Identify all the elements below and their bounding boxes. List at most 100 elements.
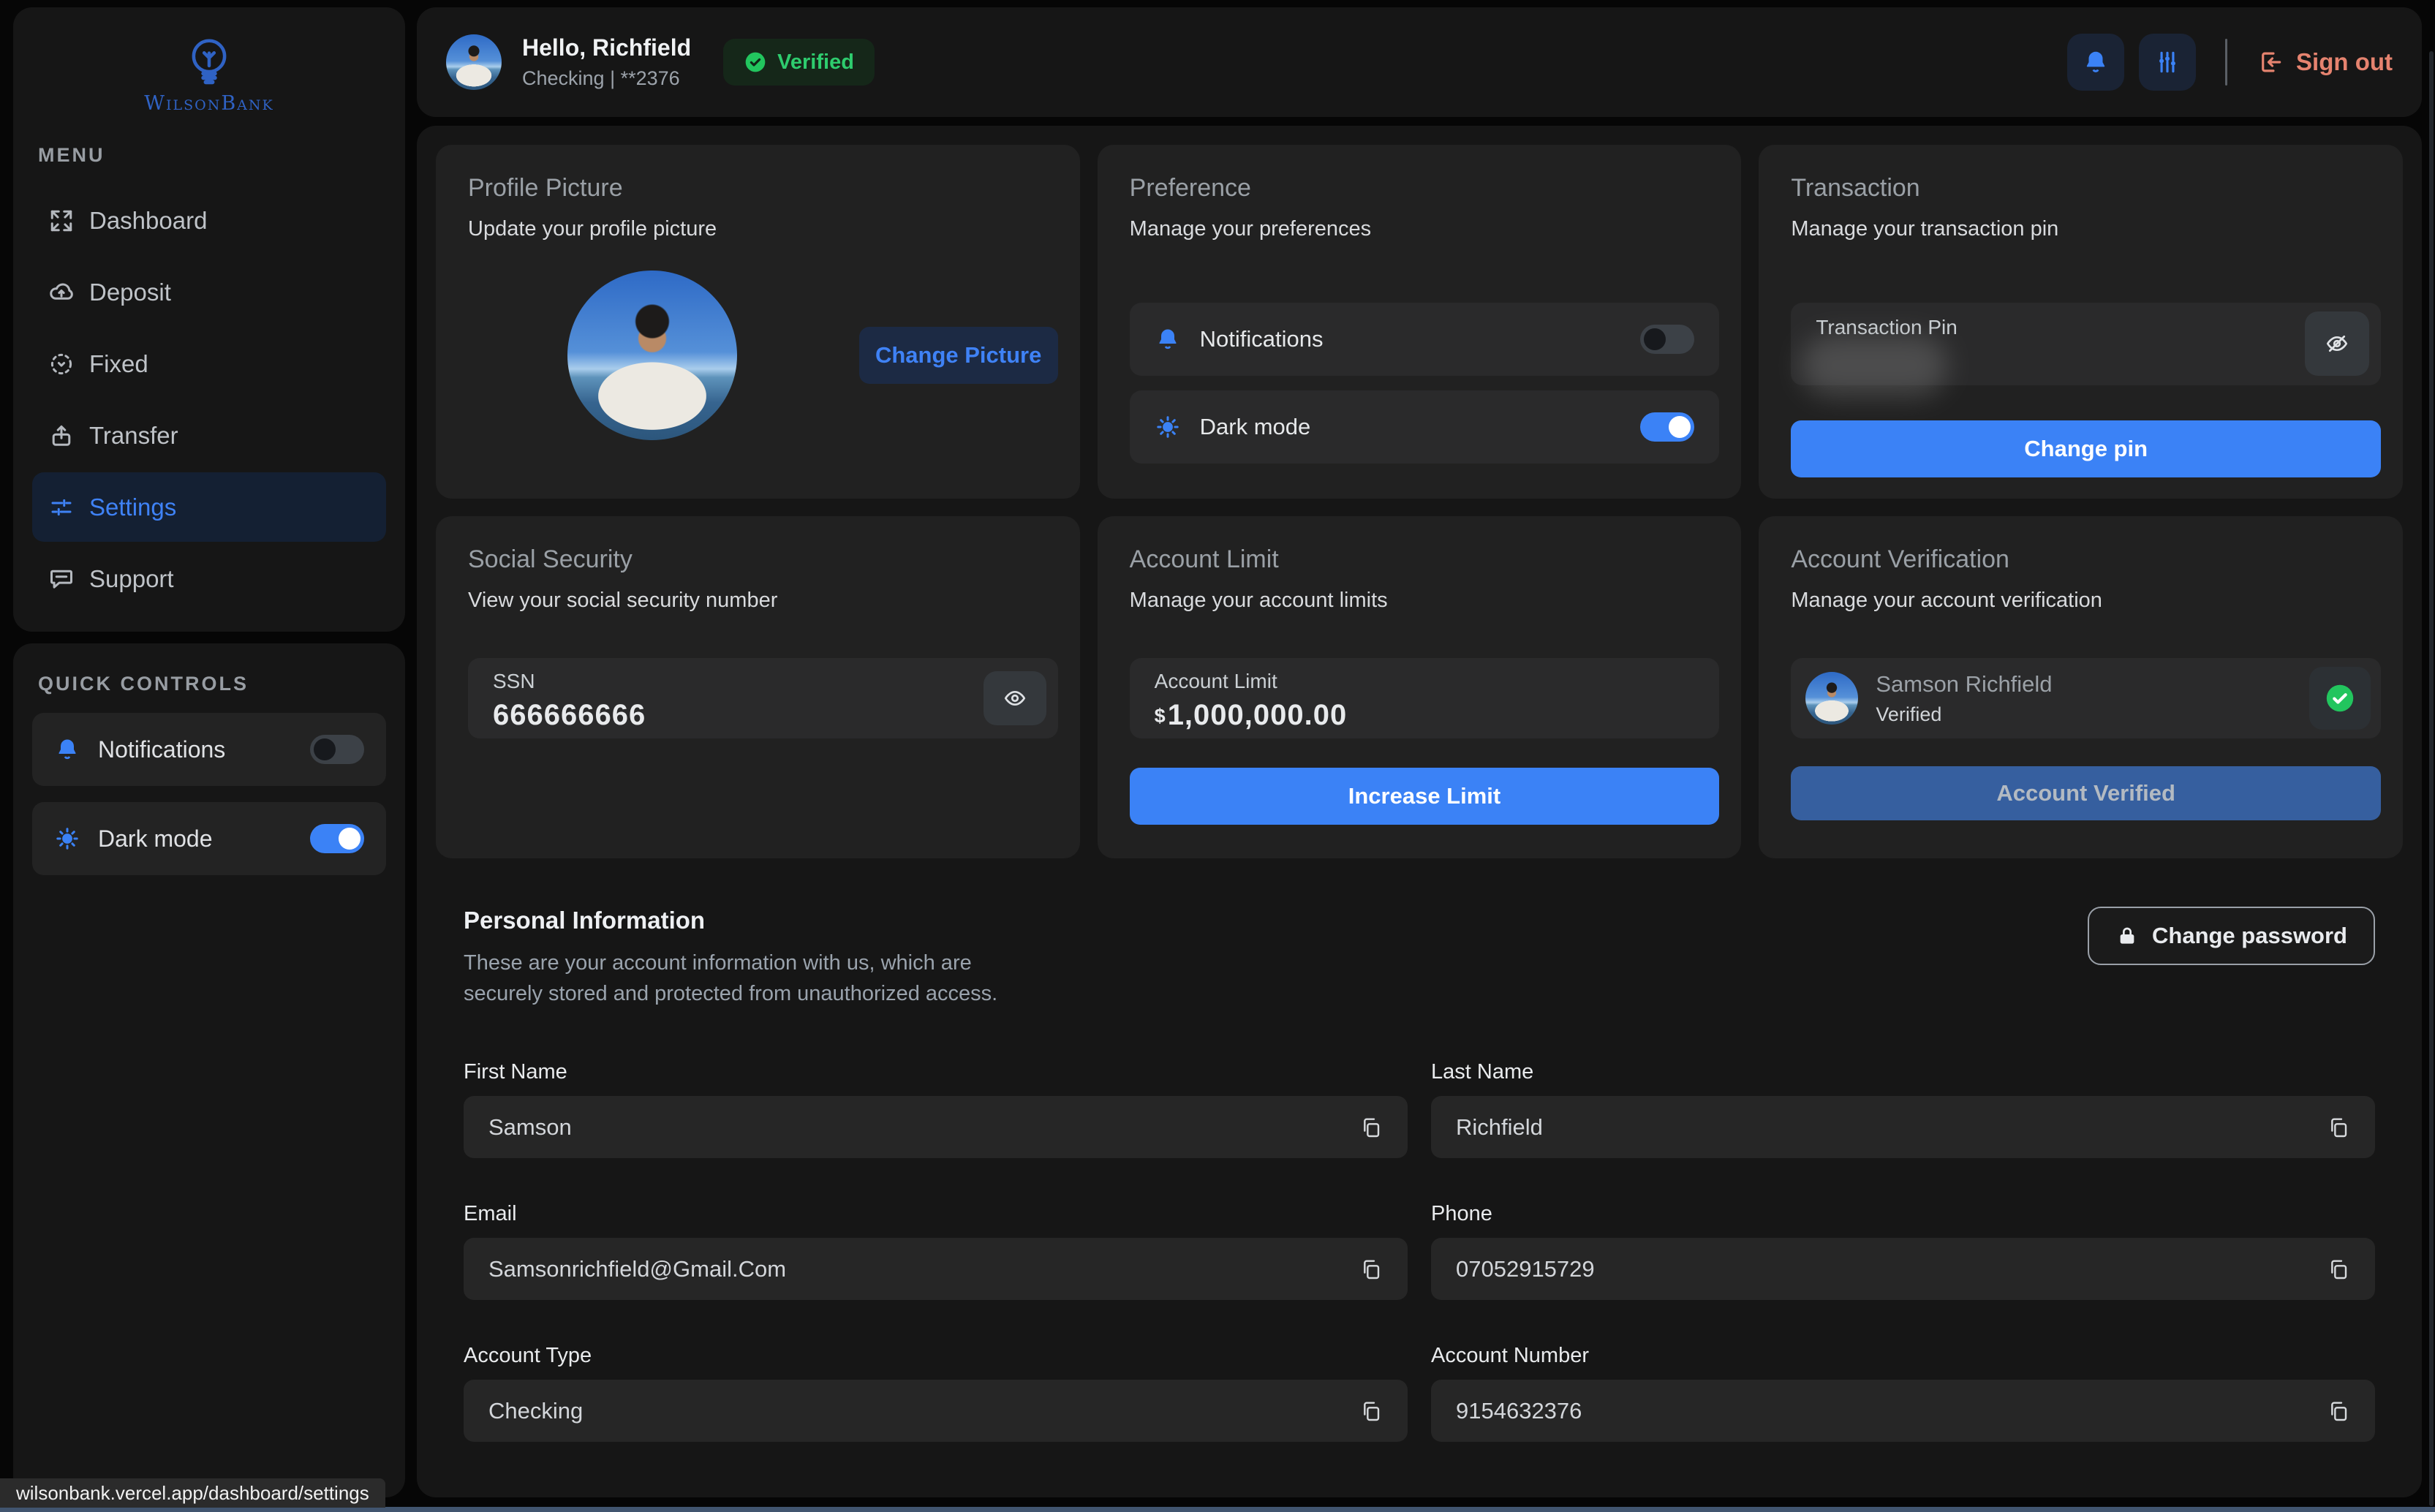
preference-notifications-row: Notifications [1130, 303, 1720, 376]
verified-badge-button[interactable] [2309, 667, 2371, 730]
card-title: Account Verification [1791, 545, 2381, 574]
avatar [446, 34, 502, 90]
logout-icon [2257, 48, 2284, 76]
card-title: Profile Picture [468, 174, 1058, 203]
menu-section-label: MENU [38, 144, 405, 167]
personal-information-section: Personal Information These are your acco… [464, 907, 2375, 1009]
quick-control-label: Notifications [98, 736, 225, 763]
cloud-upload-icon [48, 279, 75, 306]
profile-picture [567, 271, 737, 440]
toggle-ssn-visibility-button[interactable] [984, 671, 1046, 725]
first-name-field: First Name Samson [464, 1060, 1408, 1158]
header-divider [2225, 39, 2227, 86]
sign-out-button[interactable]: Sign out [2257, 48, 2393, 76]
toggle-knob [1669, 416, 1691, 438]
sun-icon [54, 825, 80, 852]
preference-dark-mode-row: Dark mode [1130, 390, 1720, 464]
bell-icon [54, 736, 80, 763]
dashed-circle-icon [48, 351, 75, 377]
ssn-value: 666666666 [493, 699, 1058, 732]
field-label: Account Limit [1155, 670, 1720, 693]
section-title: Personal Information [464, 907, 1027, 934]
copy-icon[interactable] [2327, 1399, 2350, 1423]
card-title: Account Limit [1130, 545, 1720, 574]
quick-controls-panel: QUICK CONTROLS Notifications [13, 643, 405, 1497]
change-password-button[interactable]: Change password [2088, 907, 2375, 965]
phone-field: Phone 07052915729 [1431, 1202, 2375, 1300]
change-password-label: Change password [2152, 923, 2347, 949]
settings-page: WilsonBank MENU Dashboard [0, 0, 2435, 1512]
field-value: Samson [488, 1114, 572, 1141]
field-value: 07052915729 [1456, 1256, 1595, 1282]
bell-icon [1155, 326, 1181, 352]
account-limit-value: $1,000,000.00 [1155, 699, 1720, 732]
copy-icon[interactable] [2327, 1258, 2350, 1281]
notifications-button[interactable] [2067, 34, 2124, 91]
sidebar-item-settings[interactable]: Settings [32, 472, 386, 542]
sidebar-item-label: Settings [89, 494, 176, 521]
sidebar-item-dashboard[interactable]: Dashboard [32, 186, 386, 255]
verified-check-icon [2323, 681, 2357, 715]
sidebar-item-support[interactable]: Support [32, 544, 386, 613]
quick-control-notifications: Notifications [32, 713, 386, 786]
header: Hello, Richfield Checking | **2376 Verif… [417, 7, 2422, 117]
chat-bubble-icon [48, 566, 75, 592]
toggle-knob [1644, 328, 1666, 350]
last-name-field: Last Name Richfield [1431, 1060, 2375, 1158]
page-scrollbar[interactable] [2429, 51, 2434, 1506]
lock-icon [2115, 924, 2139, 948]
transaction-pin-field: Transaction Pin [1791, 303, 2381, 385]
increase-limit-button[interactable]: Increase Limit [1130, 768, 1720, 825]
preference-label: Notifications [1200, 326, 1324, 352]
sliders-icon [48, 494, 75, 521]
toggle-pin-visibility-button[interactable] [2305, 311, 2369, 376]
account-holder-name: Samson Richfield [1876, 671, 2052, 698]
hidden-pin-value [1801, 335, 1947, 396]
copy-icon[interactable] [2327, 1116, 2350, 1139]
window-bottom-edge [0, 1507, 2435, 1512]
sidebar-item-label: Support [89, 565, 174, 593]
account-summary: Checking | **2376 [522, 67, 691, 90]
toggle-knob [339, 828, 360, 850]
status-url-tooltip: wilsonbank.vercel.app/dashboard/settings [0, 1478, 385, 1508]
card-subtitle: Manage your transaction pin [1791, 217, 2381, 241]
field-label: Phone [1431, 1202, 2375, 1226]
notifications-toggle[interactable] [1640, 325, 1694, 354]
profile-picture-card: Profile Picture Update your profile pict… [436, 145, 1080, 499]
preferences-button[interactable] [2139, 34, 2196, 91]
copy-icon[interactable] [1359, 1116, 1383, 1139]
sidebar-nav: Dashboard Deposit Fixed [13, 186, 405, 613]
copy-icon[interactable] [1359, 1399, 1383, 1423]
preference-card: Preference Manage your preferences Notif… [1098, 145, 1742, 499]
quick-controls-label: QUICK CONTROLS [38, 673, 405, 695]
currency-symbol: $ [1155, 705, 1166, 727]
account-number-field: Account Number 9154632376 [1431, 1344, 2375, 1442]
account-type-field: Account Type Checking [464, 1344, 1408, 1442]
field-value: Samsonrichfield@Gmail.Com [488, 1256, 786, 1282]
notifications-toggle[interactable] [310, 735, 364, 764]
personal-fields-grid: First Name Samson Last Name Richfield [464, 1060, 2375, 1442]
change-picture-button[interactable]: Change Picture [859, 327, 1058, 384]
sidebar-item-transfer[interactable]: Transfer [32, 401, 386, 470]
field-label: SSN [493, 670, 1058, 693]
card-subtitle: Manage your preferences [1130, 217, 1720, 241]
card-title: Preference [1130, 174, 1720, 203]
bell-icon [2082, 48, 2110, 76]
quick-control-label: Dark mode [98, 825, 213, 853]
dark-mode-toggle[interactable] [310, 824, 364, 853]
avatar [1805, 672, 1858, 725]
sidebar-item-deposit[interactable]: Deposit [32, 257, 386, 327]
change-pin-button[interactable]: Change pin [1791, 420, 2381, 477]
sidebar-item-label: Deposit [89, 279, 171, 306]
ssn-field: SSN 666666666 [468, 658, 1058, 738]
sidebar-item-fixed[interactable]: Fixed [32, 329, 386, 398]
sign-out-label: Sign out [2296, 48, 2393, 76]
card-subtitle: Manage your account limits [1130, 589, 1720, 613]
verification-status-row: Samson Richfield Verified [1791, 658, 2381, 738]
preference-label: Dark mode [1200, 414, 1311, 440]
copy-icon[interactable] [1359, 1258, 1383, 1281]
vertical-sliders-icon [2153, 48, 2181, 76]
dark-mode-toggle[interactable] [1640, 412, 1694, 442]
brand-name: WilsonBank [13, 92, 405, 115]
sidebar-item-label: Dashboard [89, 207, 207, 235]
